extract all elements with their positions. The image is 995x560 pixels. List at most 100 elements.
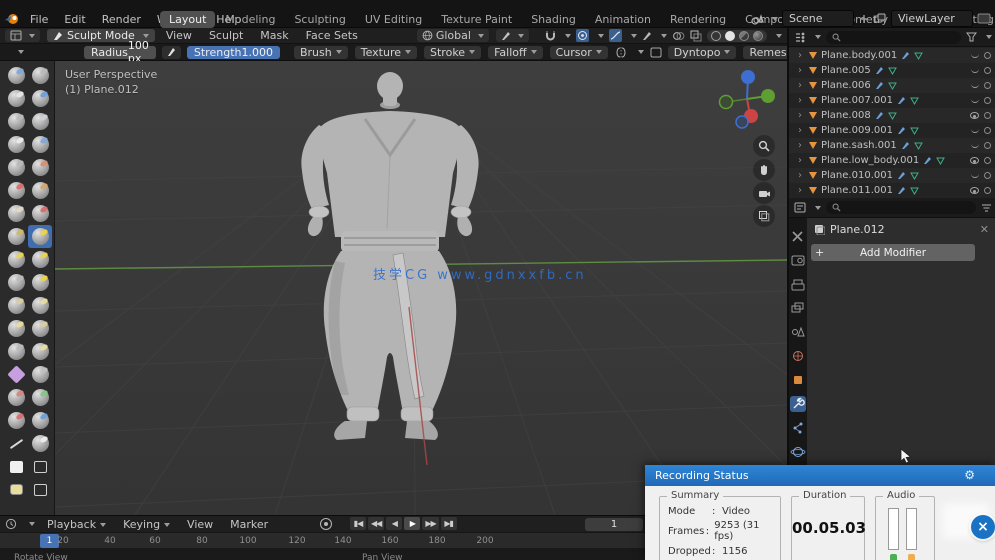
disclosure-icon[interactable]: › — [798, 50, 805, 61]
current-frame-field[interactable]: 1 — [585, 518, 643, 531]
xray-toggle-icon[interactable] — [690, 30, 702, 42]
brush-tool-27[interactable] — [28, 363, 52, 386]
brush-tool-14[interactable] — [4, 225, 28, 248]
properties-search[interactable] — [826, 201, 976, 214]
disclosure-icon[interactable]: › — [798, 80, 805, 91]
brush-tool-24[interactable] — [4, 340, 28, 363]
eye-closed-icon[interactable] — [971, 144, 979, 148]
render-visibility-icon[interactable] — [984, 142, 991, 149]
workspace-tab-uv-editing[interactable]: UV Editing — [356, 11, 431, 28]
outliner-row[interactable]: › Plane.009.001 — [789, 123, 995, 138]
symmetry-chevron[interactable] — [637, 50, 644, 54]
character-mesh[interactable] — [301, 72, 479, 440]
new-scene-icon[interactable] — [858, 13, 870, 25]
playback-button-4[interactable]: ▶▶ — [422, 517, 439, 530]
timeline-menu-playback[interactable]: Playback — [43, 517, 110, 532]
brush-tool-28[interactable] — [4, 386, 28, 409]
viewport-3d[interactable]: User Perspective (1) Plane.012 技学CG www.… — [55, 61, 787, 515]
workspace-tab-texture-paint[interactable]: Texture Paint — [432, 11, 521, 28]
tab-object-icon[interactable] — [794, 376, 802, 384]
auto-key-button[interactable] — [320, 518, 332, 530]
popover-stroke[interactable]: Stroke — [424, 45, 482, 59]
workspace-tab-sculpting[interactable]: Sculpting — [285, 11, 354, 28]
eye-closed-icon[interactable] — [971, 129, 979, 133]
popover-falloff[interactable]: Falloff — [488, 45, 543, 59]
eye-closed-icon[interactable] — [971, 84, 979, 88]
scene-selector[interactable]: Scene — [782, 10, 854, 27]
brush-tool-22[interactable] — [4, 317, 28, 340]
disclosure-icon[interactable]: › — [798, 140, 805, 151]
blender-logo-icon[interactable] — [4, 12, 20, 26]
tab-scene-icon[interactable] — [792, 326, 805, 337]
gizmo-z-axis[interactable] — [741, 70, 755, 84]
proportional-edit-icon[interactable] — [576, 29, 589, 42]
playback-button-0[interactable]: ▮◀ — [350, 517, 366, 530]
brush-tool-25[interactable] — [28, 340, 52, 363]
workspace-tab-rendering[interactable]: Rendering — [661, 11, 735, 28]
transform-orientation[interactable]: Global — [416, 29, 489, 42]
falloff-curve-icon[interactable] — [609, 29, 622, 42]
scene-browse-chevron[interactable] — [772, 16, 778, 21]
brush-tool-5[interactable] — [28, 110, 52, 133]
tool-chevron[interactable] — [18, 50, 24, 54]
brush-tool-34[interactable] — [4, 455, 28, 478]
brush-tool-37[interactable] — [28, 478, 52, 501]
brush-tool-12[interactable] — [4, 202, 28, 225]
radius-slider[interactable]: Radius 100 px — [84, 39, 156, 65]
render-display-icon[interactable] — [977, 12, 991, 25]
brush-tool-30[interactable] — [4, 409, 28, 432]
popover-cursor[interactable]: Cursor — [549, 45, 608, 59]
editor-type-button[interactable] — [5, 29, 40, 42]
shading-rendered-icon[interactable] — [753, 30, 763, 41]
render-visibility-icon[interactable] — [984, 67, 991, 74]
tab-output-icon[interactable] — [791, 279, 805, 291]
brush-tool-8[interactable] — [4, 156, 28, 179]
outliner-row[interactable]: › Plane.007.001 — [789, 93, 995, 108]
brush-tool-20[interactable] — [4, 294, 28, 317]
tab-physics-icon[interactable] — [790, 447, 806, 457]
brush-tool-11[interactable] — [28, 179, 52, 202]
proportional-chevron[interactable] — [598, 33, 604, 38]
brush-tool-19[interactable] — [28, 271, 52, 294]
render-visibility-icon[interactable] — [984, 127, 991, 134]
brush-tool-18[interactable] — [4, 271, 28, 294]
brush-tool-9[interactable] — [28, 156, 52, 179]
add-modifier-button[interactable]: Add Modifier — [811, 244, 975, 261]
snap-chevron[interactable] — [565, 33, 571, 38]
brush-tool-1[interactable] — [28, 64, 52, 87]
properties-filter-icon[interactable] — [981, 203, 992, 213]
shading-chevron[interactable] — [776, 33, 782, 38]
falloff-chevron[interactable] — [631, 33, 637, 38]
gizmo-y-axis[interactable] — [761, 89, 775, 103]
radius-unit-button[interactable] — [161, 45, 181, 59]
brush-tool-17[interactable] — [28, 248, 52, 271]
disclosure-icon[interactable]: › — [798, 65, 805, 76]
perspective-toggle-button[interactable] — [753, 205, 775, 227]
brush-tool-23[interactable] — [28, 317, 52, 340]
strength-slider[interactable]: Strength 1.000 — [186, 45, 280, 59]
render-visibility-icon[interactable] — [984, 157, 991, 164]
brush-tool-36[interactable] — [4, 478, 28, 501]
pen-chevron[interactable] — [661, 33, 667, 38]
brush-tool-16[interactable] — [4, 248, 28, 271]
timeline-menu-view[interactable]: View — [183, 517, 217, 532]
render-visibility-icon[interactable] — [984, 112, 991, 119]
popover-brush[interactable]: Brush — [293, 45, 348, 59]
brush-tool-2[interactable] — [4, 87, 28, 110]
annotate-tool-button[interactable] — [495, 29, 529, 42]
outliner-editor-chevron[interactable] — [815, 35, 821, 39]
eye-open-icon[interactable] — [970, 187, 979, 194]
recorder-titlebar[interactable]: Recording Status ⚙ — [645, 465, 995, 486]
render-visibility-icon[interactable] — [984, 52, 991, 59]
menu-edit[interactable]: Edit — [56, 11, 93, 28]
brush-tool-7[interactable] — [28, 133, 52, 156]
brush-tool-35[interactable] — [28, 455, 52, 478]
timeline-menu-marker[interactable]: Marker — [226, 517, 272, 532]
properties-editor-icon[interactable] — [794, 202, 806, 213]
menu-render[interactable]: Render — [94, 11, 149, 28]
disclosure-icon[interactable]: › — [798, 125, 805, 136]
outliner-row[interactable]: › Plane.005 — [789, 63, 995, 78]
mask-display-icon[interactable] — [650, 47, 662, 58]
outliner-row[interactable]: › Plane.006 — [789, 78, 995, 93]
playback-button-2[interactable]: ◀ — [386, 517, 403, 530]
